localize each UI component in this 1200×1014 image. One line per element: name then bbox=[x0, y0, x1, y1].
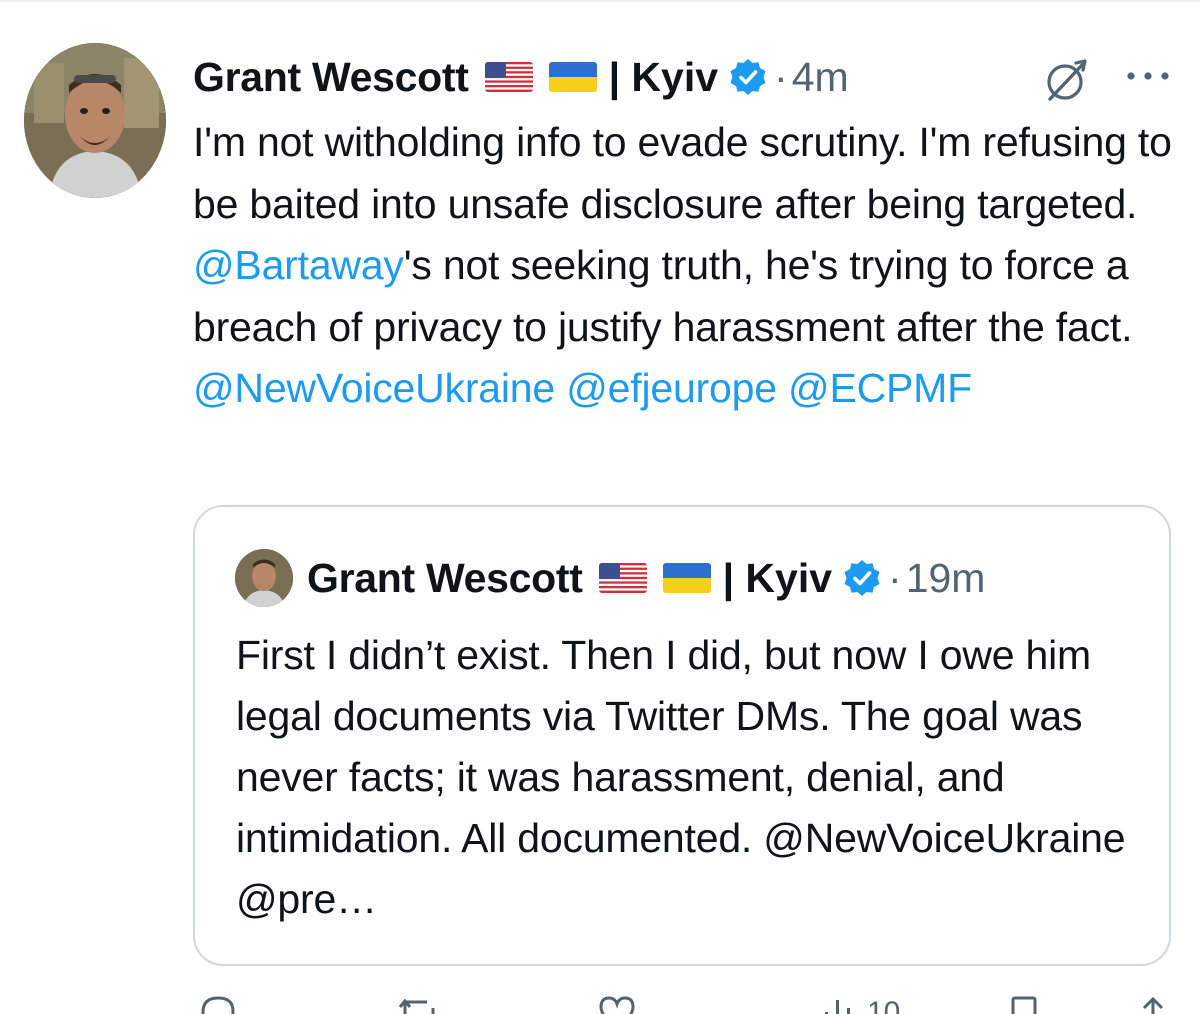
us-flag-icon bbox=[598, 563, 647, 593]
author-name[interactable]: Grant Wescott bbox=[193, 54, 469, 101]
mention-link[interactable]: @Bartaway bbox=[193, 242, 404, 288]
grok-icon[interactable] bbox=[1040, 55, 1092, 107]
mention-link[interactable]: @ECPMF bbox=[788, 365, 972, 411]
ukraine-flag-icon bbox=[548, 62, 597, 92]
header-separator: · bbox=[774, 53, 788, 100]
views-count: 10 bbox=[867, 996, 901, 1014]
tweet-text-part: I'm not witholding info to evade scrutin… bbox=[193, 119, 1172, 227]
reply-button[interactable] bbox=[199, 994, 237, 1014]
more-options-icon[interactable] bbox=[1124, 66, 1172, 86]
mention-link[interactable]: @NewVoiceUkraine bbox=[193, 365, 555, 411]
quoted-avatar-photo bbox=[235, 549, 293, 607]
ukraine-flag-icon bbox=[662, 563, 711, 593]
quoted-tweet-timestamp[interactable]: 19m bbox=[906, 555, 986, 602]
verified-badge-icon[interactable] bbox=[728, 57, 768, 97]
repost-button[interactable] bbox=[397, 994, 441, 1014]
top-divider bbox=[0, 0, 1200, 2]
share-icon bbox=[1142, 996, 1164, 1014]
bookmark-button[interactable] bbox=[1007, 994, 1041, 1014]
tweet-text: I'm not witholding info to evade scrutin… bbox=[193, 112, 1183, 420]
quoted-author-name[interactable]: Grant Wescott bbox=[307, 555, 583, 602]
bookmark-icon bbox=[1011, 996, 1037, 1014]
quoted-tweet-card[interactable]: Grant Wescott | Kyiv · 19m First I didn’… bbox=[193, 505, 1171, 966]
repost-icon bbox=[398, 998, 435, 1014]
quoted-author-location: | Kyiv bbox=[722, 554, 833, 601]
tweet-header: Grant Wescott | Kyiv · 4m bbox=[193, 46, 849, 108]
quoted-header-separator: · bbox=[888, 554, 902, 601]
tweet-screen: Grant Wescott | Kyiv · 4m I'm not withol… bbox=[0, 0, 1200, 1014]
views-button[interactable]: 10 bbox=[821, 994, 900, 1014]
heart-icon bbox=[599, 996, 635, 1014]
quoted-author-avatar[interactable] bbox=[235, 549, 293, 607]
tweet-action-bar: 10 bbox=[193, 994, 1183, 1014]
views-icon bbox=[825, 1000, 850, 1014]
tweet-timestamp[interactable]: 4m bbox=[792, 54, 849, 101]
share-button[interactable] bbox=[1133, 994, 1173, 1014]
reply-icon bbox=[201, 996, 235, 1014]
mention-link[interactable]: @efjeurope bbox=[566, 365, 777, 411]
author-location: | Kyiv bbox=[608, 53, 719, 100]
quoted-tweet-header: Grant Wescott | Kyiv · 19m bbox=[235, 549, 985, 607]
like-button[interactable] bbox=[597, 994, 637, 1014]
author-avatar[interactable] bbox=[24, 43, 166, 198]
verified-badge-icon[interactable] bbox=[842, 558, 882, 598]
us-flag-icon bbox=[484, 62, 533, 92]
quoted-tweet-text: First I didn’t exist. Then I did, but no… bbox=[236, 632, 1126, 922]
avatar-photo bbox=[24, 43, 166, 198]
